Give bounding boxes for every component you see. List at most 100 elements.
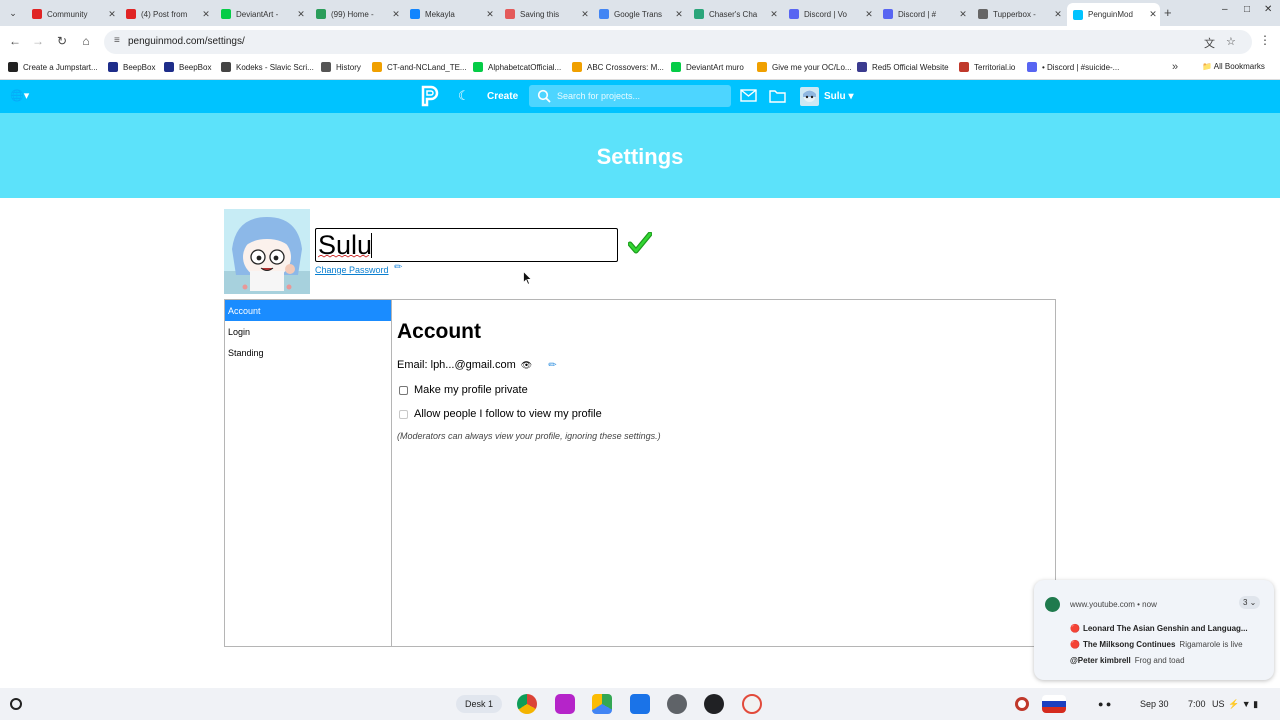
all-bookmarks-button[interactable]: 📁 All Bookmarks bbox=[1202, 62, 1265, 71]
shelf-locale[interactable]: US bbox=[1212, 699, 1225, 709]
edit-password-pencil-icon[interactable]: ✏ bbox=[394, 262, 402, 273]
sidebar-item-account[interactable]: Account bbox=[225, 300, 391, 321]
tab-close-icon[interactable]: ✕ bbox=[672, 9, 686, 20]
bookmark-label: AlphabetcatOfficial... bbox=[488, 62, 562, 72]
bookmark-item[interactable]: ABC Crossovers: M... bbox=[572, 62, 664, 72]
chrome-app-icon[interactable] bbox=[517, 694, 537, 714]
browser-tab[interactable]: Saving this ✕ bbox=[499, 4, 592, 24]
bookmark-item[interactable]: BeepBox bbox=[108, 62, 155, 72]
files-app-icon[interactable] bbox=[630, 694, 650, 714]
tab-close-icon[interactable]: ✕ bbox=[956, 9, 970, 20]
project-search-input[interactable]: Search for projects... bbox=[529, 85, 731, 107]
change-password-link[interactable]: Change Password bbox=[315, 265, 389, 275]
notification-item[interactable]: 🔴 Leonard The Asian Genshin and Languag..… bbox=[1070, 624, 1248, 633]
tab-close-icon[interactable]: ✕ bbox=[389, 9, 403, 20]
private-profile-label[interactable]: Make my profile private bbox=[414, 384, 528, 396]
notification-item[interactable]: @Peter kimbrell Frog and toad bbox=[1070, 656, 1185, 665]
new-tab-button[interactable]: + bbox=[1164, 5, 1172, 20]
tab-close-icon[interactable]: ✕ bbox=[294, 9, 308, 20]
private-profile-checkbox[interactable] bbox=[399, 385, 408, 395]
bookmark-item[interactable]: Territorial.io bbox=[959, 62, 1015, 72]
keyboard-layout-flag-icon[interactable] bbox=[1042, 695, 1066, 713]
sidebar-item-standing[interactable]: Standing bbox=[225, 342, 391, 363]
shelf-time[interactable]: 7:00 bbox=[1188, 699, 1206, 709]
bookmark-item[interactable]: Kodeks - Slavic Scri... bbox=[221, 62, 314, 72]
desk-switcher[interactable]: Desk 1 bbox=[456, 695, 502, 713]
browser-tab[interactable]: PenguinMod ✕ bbox=[1067, 3, 1160, 26]
tab-close-icon[interactable]: ✕ bbox=[199, 9, 213, 20]
browser-tab[interactable]: Mekayla ✕ bbox=[404, 4, 497, 24]
address-bar[interactable]: ≡ penguinmod.com/settings/ 文 ☆ bbox=[104, 30, 1252, 54]
bookmark-star-icon[interactable]: ☆ bbox=[1226, 35, 1236, 48]
tab-close-icon[interactable]: ✕ bbox=[105, 9, 119, 20]
site-nav-bar: 🌐▾ ☾ Create Search for projects... Sulu … bbox=[0, 80, 1280, 113]
youtube-notification[interactable]: www.youtube.com • now 3 ⌄ 🔴 Leonard The A… bbox=[1034, 580, 1274, 680]
penguinmod-logo-icon[interactable] bbox=[418, 84, 440, 108]
messages-icon[interactable] bbox=[740, 89, 757, 102]
bookmark-item[interactable]: CT-and-NCLand_TE... bbox=[372, 62, 467, 72]
settings-gear-icon[interactable] bbox=[667, 694, 687, 714]
language-globe-icon[interactable]: 🌐▾ bbox=[10, 89, 29, 102]
browser-tab[interactable]: (4) Post from ✕ bbox=[120, 4, 213, 24]
browser-menu-icon[interactable]: ⋮ bbox=[1259, 33, 1271, 47]
follow-view-checkbox[interactable] bbox=[399, 409, 408, 419]
screen-record-icon[interactable] bbox=[1015, 697, 1029, 711]
browser-tab[interactable]: Google Trans ✕ bbox=[593, 4, 686, 24]
tab-close-icon[interactable]: ✕ bbox=[862, 9, 876, 20]
bookmark-item[interactable]: Red5 Official Website bbox=[857, 62, 949, 72]
tab-close-icon[interactable]: ✕ bbox=[1051, 9, 1065, 20]
browser-tab[interactable]: Discord | Vo ✕ bbox=[783, 4, 876, 24]
close-window-icon[interactable]: ✕ bbox=[1264, 4, 1272, 15]
rainbow-app-icon[interactable] bbox=[742, 694, 762, 714]
bookmark-item[interactable]: DeviantArt muro bbox=[671, 62, 744, 72]
browser-tab[interactable]: Community ✕ bbox=[26, 4, 119, 24]
bookmark-item[interactable]: Create a Jumpstart... bbox=[8, 62, 98, 72]
launcher-icon[interactable] bbox=[10, 698, 22, 710]
restore-icon[interactable]: □ bbox=[1244, 4, 1250, 15]
bookmark-favicon-icon bbox=[164, 62, 174, 72]
tab-close-icon[interactable]: ✕ bbox=[767, 9, 781, 20]
play-store-icon[interactable] bbox=[592, 694, 612, 714]
browser-tab[interactable]: DeviantArt - ✕ bbox=[215, 4, 308, 24]
canvas-app-icon[interactable] bbox=[555, 694, 575, 714]
bookmark-item[interactable]: History bbox=[321, 62, 361, 72]
browser-tab[interactable]: Chaser's Cha ✕ bbox=[688, 4, 781, 24]
create-link[interactable]: Create bbox=[487, 91, 518, 102]
status-icons[interactable]: ● ● bbox=[1098, 699, 1111, 709]
minimize-icon[interactable]: – bbox=[1222, 4, 1228, 15]
follow-view-label[interactable]: Allow people I follow to view my profile bbox=[414, 408, 602, 420]
browser-tab[interactable]: (99) Home - ✕ bbox=[310, 4, 403, 24]
tab-search-button[interactable]: ⌄ bbox=[4, 5, 22, 21]
trend-app-icon[interactable] bbox=[704, 694, 724, 714]
browser-tab[interactable]: Tupperbox - ✕ bbox=[972, 4, 1065, 24]
save-username-check-icon[interactable] bbox=[628, 232, 652, 254]
forward-arrow-icon[interactable]: → bbox=[31, 34, 45, 48]
home-icon[interactable]: ⌂ bbox=[79, 34, 93, 48]
notification-item[interactable]: 🔴 The Milksong Continues Rigamarole is liv… bbox=[1070, 640, 1243, 649]
back-arrow-icon[interactable]: ← bbox=[8, 34, 22, 48]
reveal-email-eye-icon[interactable]: 👁 bbox=[521, 360, 532, 371]
nav-avatar[interactable] bbox=[800, 87, 819, 106]
more-bookmarks-icon[interactable]: » bbox=[1172, 61, 1178, 73]
theme-toggle-icon[interactable]: ☾ bbox=[458, 88, 470, 104]
tab-close-icon[interactable]: ✕ bbox=[483, 9, 497, 20]
tab-close-icon[interactable]: ✕ bbox=[578, 9, 592, 20]
nav-username[interactable]: Sulu ▾ bbox=[824, 91, 853, 102]
tab-close-icon[interactable]: ✕ bbox=[1146, 9, 1160, 20]
site-info-icon[interactable]: ≡ bbox=[114, 35, 120, 46]
profile-avatar[interactable] bbox=[224, 209, 310, 294]
bookmark-item[interactable]: BeepBox bbox=[164, 62, 211, 72]
sidebar-item-login[interactable]: Login bbox=[225, 321, 391, 342]
shelf-date[interactable]: Sep 30 bbox=[1140, 699, 1169, 709]
bookmark-item[interactable]: AlphabetcatOfficial... bbox=[473, 62, 561, 72]
bookmark-item[interactable]: • Discord | #suicide-... bbox=[1027, 62, 1119, 72]
my-stuff-folder-icon[interactable] bbox=[769, 89, 786, 103]
notification-subtitle: Rigamarole is live bbox=[1179, 640, 1243, 649]
notification-count-badge[interactable]: 3 ⌄ bbox=[1239, 596, 1261, 609]
network-battery-icons[interactable]: ⚡ ▼ ▮ bbox=[1228, 699, 1258, 710]
browser-tab[interactable]: Discord | # ✕ bbox=[877, 4, 970, 24]
translate-icon[interactable]: 文 bbox=[1204, 35, 1215, 51]
reload-icon[interactable]: ↻ bbox=[55, 34, 69, 48]
edit-email-pencil-icon[interactable]: ✏ bbox=[548, 360, 556, 371]
bookmark-item[interactable]: Give me your OC/Lo... bbox=[757, 62, 852, 72]
